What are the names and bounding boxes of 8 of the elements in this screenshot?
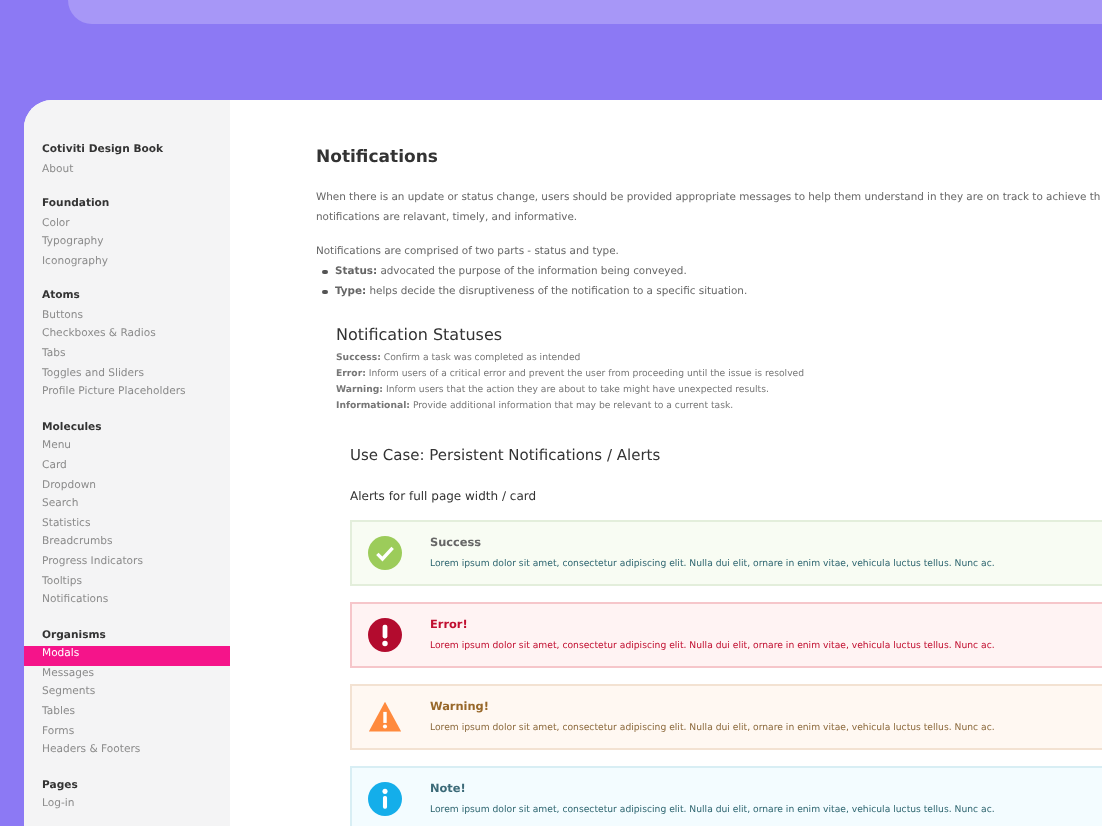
exclamation-circle-icon xyxy=(368,618,402,652)
info-circle-icon xyxy=(368,782,402,816)
bullet-icon xyxy=(322,269,327,275)
check-circle-icon xyxy=(368,536,402,570)
bullet-icon xyxy=(322,289,327,295)
section-title: Notification Statuses xyxy=(336,326,505,344)
page-title: Notifications xyxy=(316,148,440,168)
warning-triangle-icon xyxy=(368,700,402,734)
